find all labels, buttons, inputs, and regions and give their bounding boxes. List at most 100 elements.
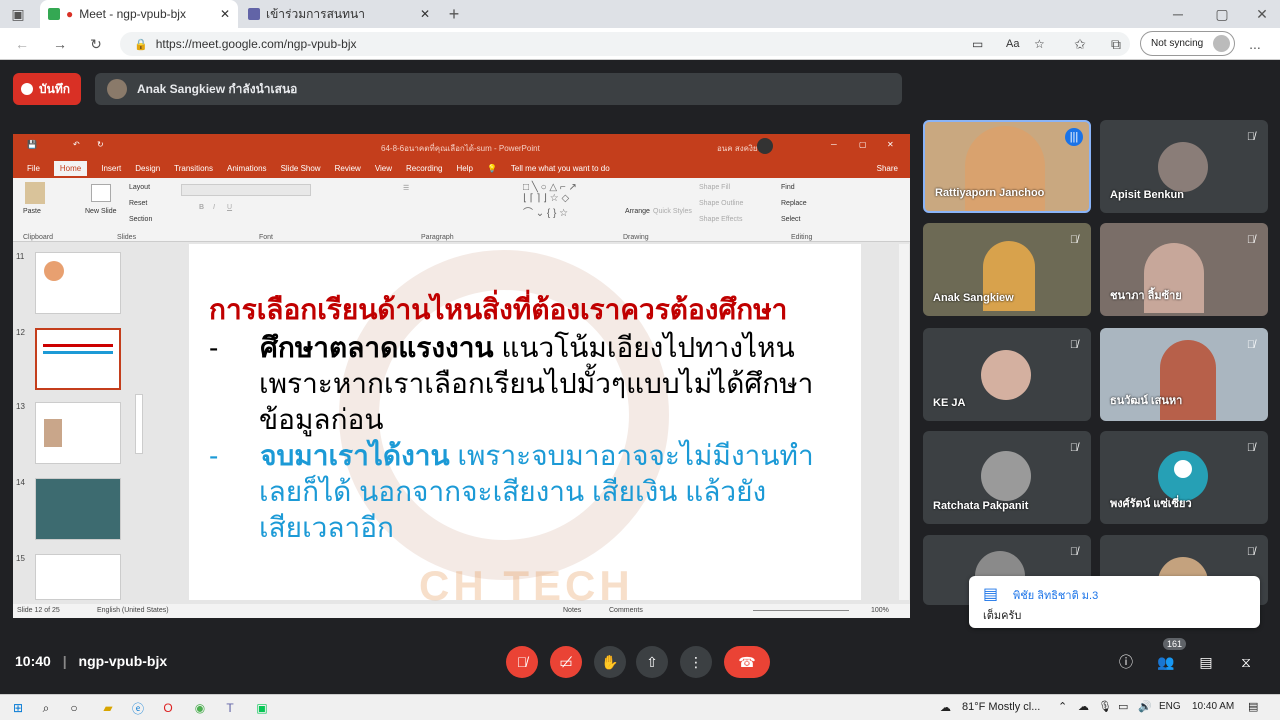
collections-icon[interactable]: ⧉ — [1106, 34, 1126, 54]
paste-button[interactable]: Paste — [23, 208, 41, 215]
chrome-icon[interactable]: ◉ — [190, 698, 210, 718]
close-icon[interactable]: ✕ — [887, 140, 894, 149]
forward-icon[interactable]: → — [50, 34, 70, 54]
favorites-icon[interactable]: ✩ — [1070, 34, 1090, 54]
participant-tile[interactable]: 🎙̸ KE JA — [923, 328, 1091, 421]
more-options-button[interactable]: ⋮ — [680, 646, 712, 678]
paste-icon[interactable] — [25, 182, 45, 204]
menu-design[interactable]: Design — [135, 164, 160, 173]
camera-icon[interactable]: ▭ — [972, 37, 983, 51]
tray-expand-icon[interactable]: ⌃ — [1058, 700, 1067, 713]
shape-effects-button[interactable]: Shape Effects — [699, 216, 742, 223]
reset-button[interactable]: Reset — [129, 200, 147, 207]
raise-hand-button[interactable]: ✋ — [594, 646, 626, 678]
mic-tray-icon[interactable]: 🎙 — [1098, 700, 1112, 713]
participant-tile[interactable]: 🎙̸ ชนาภา ลิ้มซ้าย — [1100, 223, 1268, 316]
file-explorer-icon[interactable]: ▰ — [98, 698, 118, 718]
participant-tile[interactable]: 🎙̸ พงศ์รัตน์ แซ่เซี่ยว — [1100, 431, 1268, 524]
camera-toggle-button[interactable]: ▭̸ — [550, 646, 582, 678]
new-slide-button[interactable]: New Slide — [85, 208, 117, 215]
undo-icon[interactable]: ↶ — [73, 140, 80, 149]
opera-icon[interactable]: O — [158, 698, 178, 718]
profile-sync-button[interactable]: Not syncing — [1140, 31, 1235, 56]
slide-thumbnail[interactable] — [35, 252, 121, 314]
save-icon[interactable]: 💾 — [27, 140, 37, 149]
language-indicator[interactable]: ENG — [1159, 701, 1181, 712]
notes-button[interactable]: Notes — [563, 607, 581, 614]
menu-file[interactable]: File — [27, 164, 40, 173]
chat-notification[interactable]: ▤ พิชัย ลิทธิชาติ ม.3 เต็มครับ — [969, 576, 1260, 628]
weather-text[interactable]: 81°F Mostly cl... — [962, 701, 1040, 713]
participant-tile[interactable]: 🎙̸ Anak Sangkiew — [923, 223, 1091, 316]
menu-recording[interactable]: Recording — [406, 164, 442, 173]
close-tab-icon[interactable]: ✕ — [220, 7, 230, 21]
windows-start-icon[interactable]: ⊞ — [8, 698, 28, 718]
network-icon[interactable]: ▭ — [1118, 700, 1128, 713]
replace-button[interactable]: Replace — [781, 200, 807, 207]
layout-button[interactable]: Layout — [129, 184, 150, 191]
comments-button[interactable]: Comments — [609, 607, 643, 614]
teams-icon[interactable]: T — [220, 698, 240, 718]
participant-tile[interactable]: 🎙̸ Ratchata Pakpanit — [923, 431, 1091, 524]
tab-join-chat[interactable]: เข้าร่วมการสนทนา ✕ — [240, 0, 438, 28]
reload-icon[interactable]: ↻ — [86, 34, 106, 54]
menu-animations[interactable]: Animations — [227, 164, 267, 173]
tell-me-field[interactable]: Tell me what you want to do — [511, 164, 610, 173]
menu-view[interactable]: View — [375, 164, 392, 173]
read-aloud-icon[interactable]: Aa — [1006, 38, 1019, 50]
maximize-icon[interactable]: ▢ — [859, 140, 867, 149]
menu-home[interactable]: Home — [53, 160, 88, 176]
minimize-icon[interactable]: ─ — [831, 140, 837, 149]
section-button[interactable]: Section — [129, 216, 152, 223]
menu-transitions[interactable]: Transitions — [174, 164, 213, 173]
zoom-slider[interactable] — [753, 610, 849, 611]
url-field[interactable]: 🔒 https://meet.google.com/ngp-vpub-bjx ▭… — [120, 32, 1130, 56]
menu-insert[interactable]: Insert — [101, 164, 121, 173]
find-button[interactable]: Find — [781, 184, 795, 191]
shape-outline-button[interactable]: Shape Outline — [699, 200, 743, 207]
meeting-details-icon[interactable]: ⓘ — [1110, 646, 1142, 678]
maximize-icon[interactable]: ▢ — [1212, 5, 1232, 23]
menu-review[interactable]: Review — [335, 164, 361, 173]
slide-thumbnail[interactable] — [35, 478, 121, 540]
record-button[interactable]: บันทึก — [13, 73, 81, 105]
bold-icon[interactable]: B — [199, 204, 204, 211]
add-favorite-icon[interactable]: ☆ — [1034, 37, 1045, 51]
bullets-icon[interactable]: ☰ — [403, 184, 409, 192]
volume-icon[interactable]: 🔊 — [1138, 700, 1152, 713]
share-button[interactable]: Share — [877, 164, 898, 173]
tab-meet[interactable]: ● Meet - ngp-vpub-bjx ✕ — [40, 0, 238, 28]
notification-icon[interactable]: ▤ — [1248, 700, 1258, 713]
new-slide-icon[interactable] — [91, 184, 111, 202]
cloud-icon[interactable]: ☁ — [1078, 700, 1089, 713]
clock[interactable]: 10:40 AM — [1192, 701, 1234, 712]
underline-icon[interactable]: U — [227, 204, 232, 211]
mic-toggle-button[interactable]: 🎙̸ — [506, 646, 538, 678]
search-icon[interactable]: ⌕ — [36, 698, 56, 718]
edge-icon[interactable]: ⓔ — [128, 698, 148, 718]
task-view-icon[interactable]: ○ — [64, 698, 84, 718]
menu-help[interactable]: Help — [457, 164, 473, 173]
activities-icon[interactable]: ⧖ — [1230, 646, 1262, 678]
leave-call-button[interactable]: ☎ — [724, 646, 770, 678]
thumbnail-scrollbar[interactable] — [135, 394, 143, 454]
italic-icon[interactable]: I — [213, 204, 215, 211]
slide-scrollbar[interactable] — [899, 244, 909, 600]
people-icon[interactable]: 👥 — [1150, 646, 1182, 678]
select-button[interactable]: Select — [781, 216, 800, 223]
participant-tile[interactable]: 🎙̸ ธนวัฒน์ เสนหา — [1100, 328, 1268, 421]
slide-thumbnail[interactable] — [35, 402, 121, 464]
minimize-icon[interactable]: ─ — [1168, 5, 1188, 23]
settings-menu-icon[interactable]: ... — [1243, 34, 1267, 54]
font-name-field[interactable] — [181, 184, 311, 196]
menu-slide-show[interactable]: Slide Show — [281, 164, 321, 173]
back-icon[interactable]: ← — [12, 34, 32, 54]
redo-icon[interactable]: ↻ — [97, 140, 104, 149]
close-tab-icon[interactable]: ✕ — [420, 7, 430, 21]
line-icon[interactable]: ▣ — [252, 698, 272, 718]
quick-styles-button[interactable]: Quick Styles — [653, 208, 692, 215]
tab-actions-icon[interactable]: ▣ — [8, 5, 28, 23]
present-button[interactable]: ⇧ — [636, 646, 668, 678]
new-tab-button[interactable]: + — [444, 4, 464, 24]
participant-tile-speaking[interactable]: ||| Rattiyaporn Janchoo — [923, 120, 1091, 213]
